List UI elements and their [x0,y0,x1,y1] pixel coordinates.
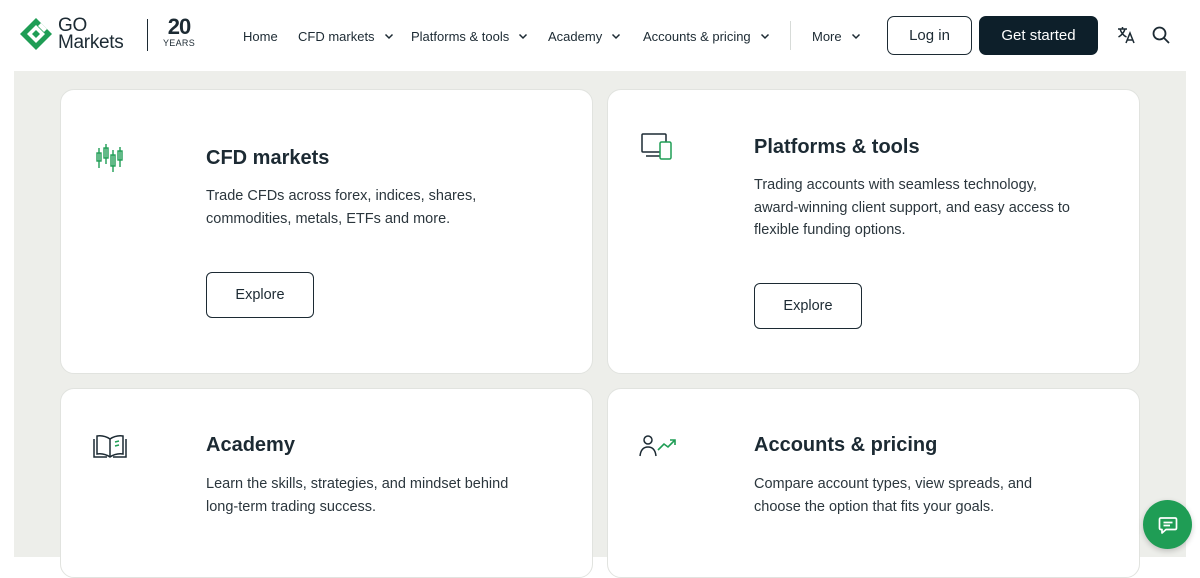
logo-wordmark: GO Markets [58,16,124,53]
card-description-line: choose the option that fits your goals. [754,498,995,515]
anniversary-number: 20 [167,14,191,39]
nav-item-cfd-markets[interactable]: CFD markets [298,27,394,45]
nav-item-label: More [812,28,842,44]
explore-cfd-markets-button[interactable]: Explore [206,272,314,318]
site-header: GO Markets 20 YEARS Home CFD markets Pla… [0,0,1200,71]
card-description-line: long-term trading success. [206,498,377,515]
chat-icon [1158,516,1177,534]
go-markets-logo-mark-icon [20,18,52,50]
logo-line-2: Markets [58,32,124,53]
card-description-line: commodities, metals, ETFs and more. [206,210,451,227]
anniversary-label: YEARS [162,38,195,48]
card-description-line: Compare account types, view spreads, and [754,476,1033,492]
nav-item-academy[interactable]: Academy [548,27,621,45]
search-icon[interactable] [1151,25,1171,45]
card-title: CFD markets [206,147,330,169]
card-description-line: Trading accounts with seamless technolog… [754,177,1037,193]
nav-item-accounts-pricing[interactable]: Accounts & pricing [643,27,770,45]
nav-item-more[interactable]: More [812,27,861,45]
open-book-icon [93,435,127,458]
explore-platforms-tools-button[interactable]: Explore [754,283,862,329]
go-markets-logo[interactable]: GO Markets [19,16,124,53]
user-growth-icon [639,435,676,457]
logo-divider [147,19,148,51]
login-button[interactable]: Log in [887,16,972,55]
card-description-line: Trade CFDs across forex, indices, shares… [206,188,477,204]
chevron-down-icon [612,33,621,40]
candlestick-icon [96,144,123,172]
card-description-line: flexible funding options. [754,222,906,238]
devices-icon [641,133,672,160]
card-description: Learn the skills, strategies, and mindse… [206,473,576,518]
card-description: Trade CFDs across forex, indices, shares… [206,185,566,230]
anniversary-badge: 20 YEARS [159,14,199,49]
nav-separator [790,21,791,50]
chevron-down-icon [851,33,860,40]
nav-item-label: Platforms & tools [411,28,510,44]
card-academy: Academy Learn the skills, strategies, an… [60,388,593,578]
card-platforms-tools: Platforms & tools Trading accounts with … [607,89,1140,374]
nav-item-platforms-tools[interactable]: Platforms & tools [411,27,528,45]
nav-item-label: Accounts & pricing [643,28,751,44]
card-accounts-pricing: Accounts & pricing Compare account types… [607,388,1140,578]
nav-item-home[interactable]: Home [243,27,278,45]
feature-grid: CFD markets Trade CFDs across forex, ind… [14,71,1186,578]
chevron-down-icon [384,33,393,40]
card-description-line: Learn the skills, strategies, and mindse… [206,476,509,492]
card-description: Trading accounts with seamless technolog… [754,174,1124,242]
card-description-line: award-winning client support, and easy a… [754,199,1070,216]
card-description: Compare account types, view spreads, and… [754,473,1124,518]
card-title: Accounts & pricing [754,434,938,456]
translate-icon[interactable] [1116,25,1136,45]
nav-item-label: CFD markets [298,28,375,44]
nav-item-label: Academy [548,28,603,44]
get-started-button[interactable]: Get started [979,16,1098,55]
chat-button[interactable] [1143,500,1192,549]
chevron-down-icon [519,33,528,40]
card-title: Academy [206,434,295,456]
nav-item-label: Home [243,28,278,44]
card-title: Platforms & tools [754,136,920,158]
card-cfd-markets: CFD markets Trade CFDs across forex, ind… [60,89,593,374]
chevron-down-icon [760,33,769,40]
